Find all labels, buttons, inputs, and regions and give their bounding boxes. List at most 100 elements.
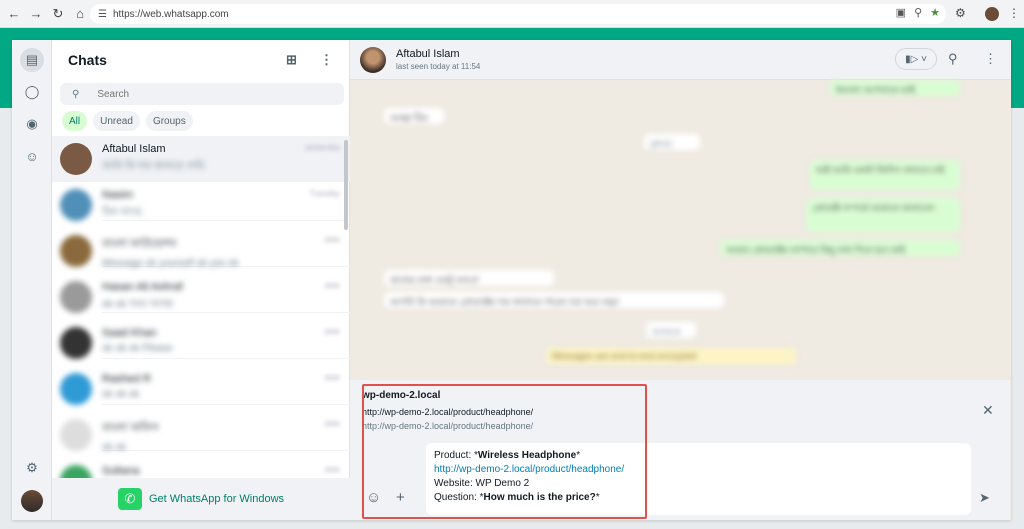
message-bubble: আমার প্রোডাক্টের ব্যাপারে কিছু তথ্য দিতে… (720, 240, 960, 256)
date-divider: বুধবার (644, 134, 700, 150)
chat-name: Saad Khan (102, 327, 157, 339)
chat-row[interactable]: Saad Khan ok ok ok Please date (52, 320, 350, 366)
zoom-icon[interactable]: ⚲ (914, 6, 922, 19)
chat-avatar (60, 235, 92, 267)
url-text: https://web.whatsapp.com (112, 8, 229, 20)
chat-row[interactable]: বাংলা ফাউন্ডেশন Message ok yourself ok ye… (52, 228, 350, 274)
my-profile-avatar[interactable] (21, 490, 43, 512)
message-line-question: Question: *How much is the price?* (434, 491, 963, 505)
chat-row[interactable]: Nasim ঠিক আছে Tuesday (52, 182, 350, 228)
emoji-icon[interactable]: ☺ (366, 489, 381, 506)
video-call-button[interactable]: ▮▷ ˅ (895, 48, 937, 70)
search-icon: ⚲ (72, 88, 80, 100)
site-info-icon[interactable]: ☰ (98, 9, 107, 20)
channels-icon[interactable]: ◉ (20, 112, 44, 136)
encryption-notice: Messages are end-to-end encrypted (546, 348, 796, 364)
chat-row-text: Rashed R ok ok ok date (102, 373, 350, 405)
chat-time: date (324, 373, 340, 382)
link-preview[interactable]: wp-demo-2.local http://wp-demo-2.local/p… (362, 384, 972, 434)
chats-icon[interactable]: ▤ (20, 48, 44, 72)
chat-preview: Message ok yourself ok yes ok (102, 258, 239, 269)
browser-menu-icon[interactable]: ⋮ (1008, 6, 1020, 20)
chat-name: বাংলা অফিস (102, 422, 159, 434)
close-preview-icon[interactable]: ✕ (982, 402, 994, 419)
profile-avatar[interactable] (985, 7, 999, 21)
chat-row-text: Aftabul Islam আমি কি দাম জানতে পারি yester… (102, 143, 350, 175)
chat-preview: ok ok ok Please (102, 343, 173, 354)
chat-time: date (324, 235, 340, 244)
search-box[interactable]: ⚲ (60, 83, 344, 105)
link-preview-url: http://wp-demo-2.local/product/headphone… (362, 407, 534, 417)
get-windows-banner[interactable]: ✆ Get WhatsApp for Windows (52, 478, 350, 520)
chats-title: Chats (68, 52, 107, 68)
chat-time: date (324, 281, 340, 290)
search-messages-icon[interactable]: ⚲ (948, 51, 958, 67)
chat-row[interactable]: বাংলা অফিস ok ok date (52, 412, 350, 458)
status-icon[interactable]: ◯ (20, 80, 44, 104)
chat-preview: ok ok ok (102, 389, 140, 400)
filter-all[interactable]: All (62, 111, 88, 131)
chat-avatar (60, 327, 92, 359)
attach-plus-icon[interactable]: + (396, 489, 405, 506)
last-seen-status: last seen today at 11:54 (396, 62, 481, 71)
chat-row[interactable]: Rashed R ok ok ok date (52, 366, 350, 412)
extensions-icon[interactable]: ⚙ (955, 6, 966, 20)
message-input[interactable]: Product: *Wireless Headphone* http://wp-… (426, 443, 971, 515)
question-text: How much is the price? (483, 492, 596, 503)
chat-avatar (60, 281, 92, 313)
forward-icon[interactable]: → (28, 6, 44, 22)
chat-avatar (60, 143, 92, 175)
chat-list-scrollbar[interactable] (344, 140, 348, 230)
search-input[interactable] (97, 88, 298, 100)
contact-avatar[interactable] (360, 46, 386, 73)
question-suffix: * (595, 492, 600, 503)
message-bubble: আচ্ছা ঠিক (384, 108, 444, 124)
bookmark-star-icon[interactable]: ★ (930, 6, 940, 19)
reload-icon[interactable]: ↻ (50, 6, 66, 22)
product-suffix: * (576, 450, 581, 461)
browser-toolbar: ← → ↻ ⌂ ☰ https://web.whatsapp.com ▣ ⚲ ★… (0, 0, 1024, 28)
message-bubble: আপনি কি আমাকে প্রোডাক্টের দাম জানাতে পার… (384, 292, 724, 308)
menu-icon[interactable]: ⋮ (320, 52, 333, 68)
settings-icon[interactable]: ⚙ (20, 456, 44, 480)
conversation-header[interactable]: Aftabul Islam last seen today at 11:54 ▮… (350, 40, 1011, 80)
filter-unread[interactable]: Unread (93, 111, 140, 131)
chat-row[interactable]: Hasan Ali Ashraf ok ok সময় অবস্থা date (52, 274, 350, 320)
new-chat-icon[interactable]: ⊞ (286, 52, 297, 68)
communities-icon[interactable]: ☺ (20, 144, 44, 168)
chat-row[interactable]: Aftabul Islam আমি কি দাম জানতে পারি yester… (52, 136, 350, 182)
message-bubble: ভাই আমি একটা জিনিস জানতে চাই (810, 160, 960, 190)
product-name: Wireless Headphone (477, 450, 577, 461)
chat-row[interactable]: Sultana date (52, 458, 350, 478)
install-app-icon[interactable]: ▣ (896, 6, 906, 19)
message-bubble: প্রোডাক্ট সম্পর্কে আমাকে জানাবেন (806, 198, 960, 232)
get-windows-label: Get WhatsApp for Windows (148, 493, 285, 505)
chat-row-text: বাংলা অফিস ok ok date (102, 419, 350, 453)
chat-time: Tuesday (309, 189, 340, 198)
link-preview-domain: http://wp-demo-2.local/product/headphone… (362, 421, 534, 431)
chat-avatar (60, 189, 92, 221)
chat-row-text: Nasim ঠিক আছে Tuesday (102, 189, 350, 221)
back-icon[interactable]: ← (6, 6, 22, 22)
product-prefix: Product: * (434, 450, 478, 461)
conversation-menu-icon[interactable]: ⋮ (984, 51, 997, 67)
nav-rail: ▤ ◯ ◉ ☺ ⚙ (12, 40, 52, 520)
chat-time: yesterday (305, 143, 340, 152)
message-line-website: Website: WP Demo 2 (434, 478, 530, 489)
chat-list-panel: Chats ⊞ ⋮ ⚲ All Unread Groups Aftabul Is… (52, 40, 350, 520)
home-icon[interactable]: ⌂ (72, 6, 88, 22)
chat-preview: আমি কি দাম জানতে পারি (102, 161, 205, 172)
chat-time: date (324, 419, 340, 428)
chat-avatar (60, 465, 92, 478)
contact-name: Aftabul Islam (396, 48, 460, 60)
address-bar[interactable]: ☰ https://web.whatsapp.com ▣ ⚲ ★ (90, 4, 946, 24)
message-bubble: কাজের কথা একটু বলবো (384, 270, 554, 286)
whatsapp-logo-icon: ✆ (117, 488, 142, 510)
chat-preview: ok ok সময় অবস্থা (102, 299, 174, 310)
compose-area: wp-demo-2.local http://wp-demo-2.local/p… (350, 380, 1010, 520)
filter-chips: All Unread Groups (62, 111, 193, 131)
filter-groups[interactable]: Groups (145, 111, 193, 131)
send-icon[interactable]: ➤ (979, 490, 990, 506)
question-prefix: Question: * (434, 492, 484, 503)
message-line-link[interactable]: http://wp-demo-2.local/product/headphone… (434, 463, 963, 477)
